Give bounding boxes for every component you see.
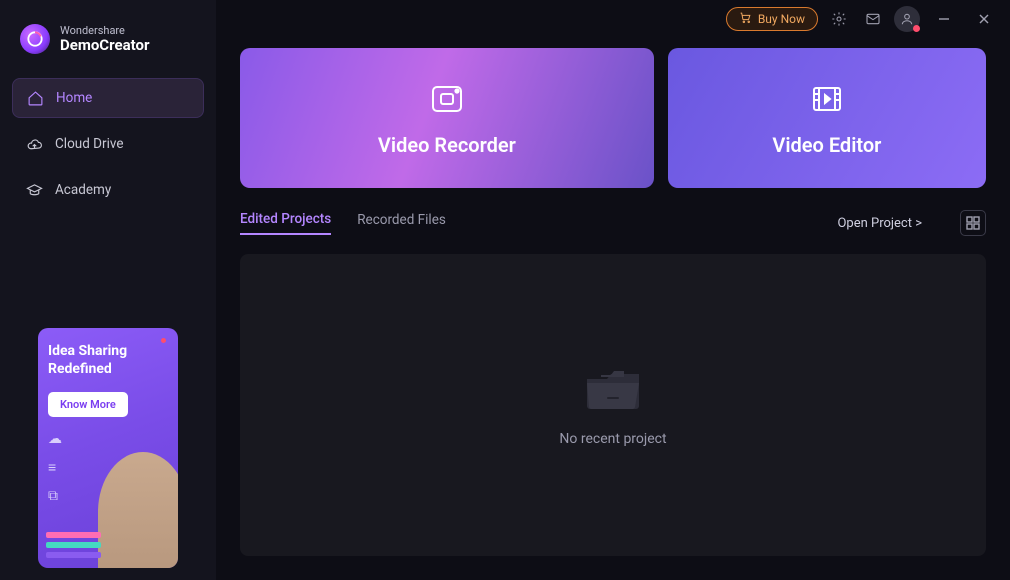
minimize-icon [938,13,950,25]
video-editor-label: Video Editor [772,133,881,157]
tab-edited-projects[interactable]: Edited Projects [240,211,331,235]
promo-title: Idea Sharing Redefined [48,342,168,378]
promo-notification-dot-icon [161,338,166,343]
empty-message: No recent project [559,431,666,447]
mail-icon [865,11,881,27]
close-icon [978,13,990,25]
content: Video Recorder Video Editor Edited Proje… [216,34,1010,580]
nav-home[interactable]: Home [12,78,204,118]
logo-brand: Wondershare [60,25,149,37]
promo-title-line2: Redefined [48,360,168,378]
promo-person-image [98,452,178,568]
empty-folder-icon [581,363,645,413]
promo-panel[interactable]: Idea Sharing Redefined Know More ☁ ≡ ⧉ [38,328,178,568]
close-button[interactable] [968,6,1000,32]
academy-icon [26,182,43,199]
promo-know-more-button[interactable]: Know More [48,392,128,417]
titlebar: Buy Now [216,0,1010,34]
recorder-icon [427,79,467,119]
promo-title-line1: Idea Sharing [48,342,168,360]
promo-cloud-icon: ☁ [48,431,168,447]
projects-pane: No recent project [240,254,986,556]
video-recorder-label: Video Recorder [378,133,516,157]
tab-recorded-files[interactable]: Recorded Files [357,212,446,234]
editor-icon [807,79,847,119]
nav-cloud-drive[interactable]: Cloud Drive [12,124,204,164]
action-cards: Video Recorder Video Editor [240,48,986,188]
gear-icon [831,11,847,27]
nav-home-label: Home [56,90,92,106]
logo-product: DemoCreator [60,37,149,54]
video-editor-card[interactable]: Video Editor [668,48,986,188]
home-icon [27,90,44,107]
cart-icon [739,11,752,27]
tabs-row: Edited Projects Recorded Files Open Proj… [240,210,986,236]
cloud-icon [26,136,43,153]
logo-mark-icon [20,24,50,54]
user-icon [900,12,914,26]
buy-now-button[interactable]: Buy Now [726,7,818,31]
logo-text: Wondershare DemoCreator [60,25,149,54]
grid-icon [966,216,980,230]
nav-academy-label: Academy [55,182,111,198]
promo-bars-icon [46,532,101,558]
mail-button[interactable] [860,6,886,32]
open-project-button[interactable]: Open Project > [837,216,922,231]
nav-academy[interactable]: Academy [12,170,204,210]
minimize-button[interactable] [928,6,960,32]
account-button[interactable] [894,6,920,32]
buy-now-label: Buy Now [758,12,805,26]
main: Buy Now Video Recorder [216,0,1010,580]
nav: Home Cloud Drive Academy [12,78,204,210]
nav-cloud-label: Cloud Drive [55,136,124,152]
video-recorder-card[interactable]: Video Recorder [240,48,654,188]
settings-button[interactable] [826,6,852,32]
sidebar: Wondershare DemoCreator Home Cloud Drive… [0,0,216,580]
grid-view-button[interactable] [960,210,986,236]
logo: Wondershare DemoCreator [12,24,204,78]
